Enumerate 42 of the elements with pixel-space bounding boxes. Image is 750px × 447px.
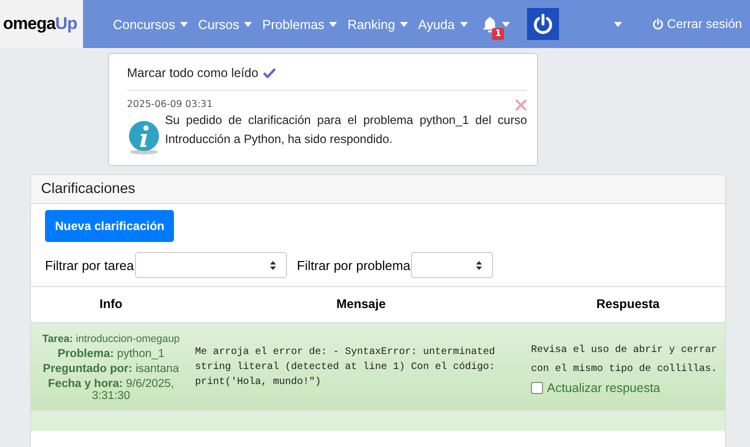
notification-text: Su pedido de clarificación para el problema python_1 del curso Introducción a Python, ha sido respondido. [165, 112, 527, 148]
update-checkbox[interactable] [531, 382, 543, 394]
sort-icon [476, 260, 482, 270]
caret-icon [614, 22, 622, 26]
caret-icon [400, 22, 408, 26]
filter-label: Filtrar por tarea [45, 258, 134, 272]
update-label: Actualizar respuesta [547, 380, 660, 394]
caret-icon [460, 22, 468, 26]
mark-all-read-link[interactable]: Marcar todo como leído [127, 66, 258, 80]
nav-menu[interactable]: Ranking [347, 16, 408, 32]
new-clarification-button[interactable]: Nueva clarificación [45, 210, 174, 242]
close-icon[interactable] [515, 99, 527, 111]
notification-date: 2025-06-09 03:31 [127, 99, 213, 111]
user-avatar[interactable] [526, 8, 559, 40]
caret-icon [329, 22, 338, 26]
info-icon [127, 119, 161, 155]
caret-icon [244, 22, 252, 26]
power-icon [532, 13, 554, 35]
info-line: Fecha y hora: 9/6/2025, 3:31:30 [47, 378, 175, 402]
filter-label: Filtrar por problema [296, 258, 410, 272]
caret-icon [502, 22, 510, 26]
nav-menu[interactable]: Cursos [198, 16, 252, 32]
nav-menu[interactable]: Ayuda [418, 16, 468, 32]
info-line: Problema: python_1 [58, 348, 164, 360]
sort-icon [270, 260, 276, 270]
message-text: Me arroja el error de: - SyntaxError: unterminated string literal (detected at line 1) Con el código: print('Hola, mundo!") [194, 346, 496, 390]
nav-menu[interactable]: Problemas [262, 16, 338, 32]
logout-link[interactable]: Cerrar sesión [652, 17, 742, 31]
power-icon [652, 18, 664, 30]
column-header: Respuesta [595, 297, 661, 311]
notification-badge: 1 [492, 28, 504, 40]
column-header: Mensaje [335, 297, 387, 311]
check-icon [263, 68, 276, 78]
nav-menu[interactable]: Concursos [112, 16, 188, 32]
info-line: Tarea: introduccion-omegaup [42, 333, 180, 345]
logo[interactable]: omegaUp [0, 0, 83, 48]
panel-title: Clarificaciones [41, 181, 136, 197]
column-header: Info [98, 297, 124, 311]
bell-icon[interactable] [482, 16, 498, 32]
caret-icon [180, 22, 188, 26]
answer-text: Revisa el uso de abrir y cerrar con el mismo tipo de collillas. [531, 344, 718, 376]
info-line: Preguntado por: isantana [42, 363, 180, 375]
